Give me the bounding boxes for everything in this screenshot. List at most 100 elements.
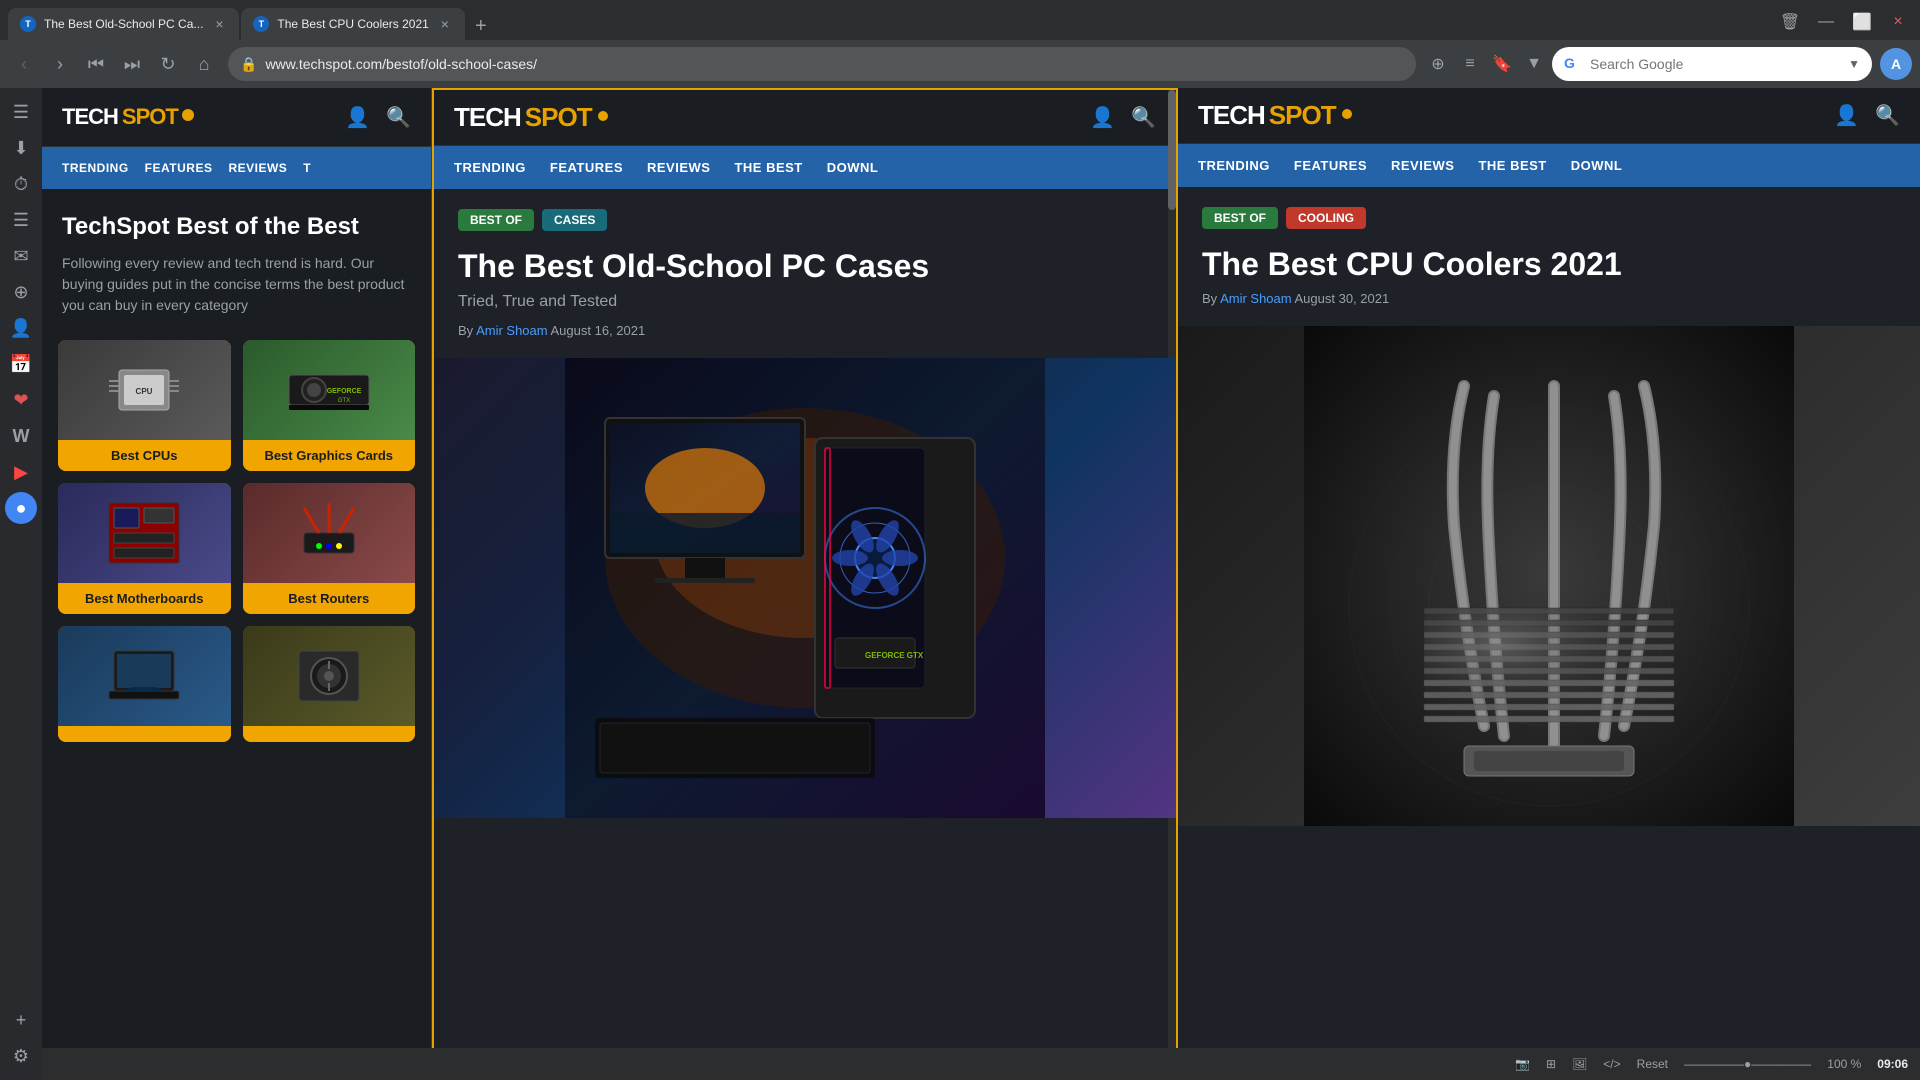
- gpu-card-image: GEFORCE GTX: [243, 340, 416, 440]
- nav-t[interactable]: T: [303, 147, 311, 189]
- sidebar-mail-icon[interactable]: ✉: [5, 240, 37, 272]
- center-article-title: The Best Old-School PC Cases: [458, 247, 1152, 285]
- search-dropdown[interactable]: ▼: [1848, 57, 1860, 71]
- sidebar-youtube-icon[interactable]: ▶: [5, 456, 37, 488]
- nav-reviews[interactable]: REVIEWS: [228, 147, 287, 189]
- center-nav-reviews[interactable]: REVIEWS: [647, 146, 710, 189]
- first-page-button[interactable]: ⏮: [80, 48, 112, 80]
- restore-button[interactable]: —: [1812, 8, 1840, 36]
- right-user-icon[interactable]: 👤: [1834, 103, 1859, 128]
- right-nav-reviews[interactable]: REVIEWS: [1391, 144, 1454, 187]
- home-button[interactable]: ⌂: [188, 48, 220, 80]
- card-gpu[interactable]: GEFORCE GTX Best Graphics Cards: [243, 340, 416, 471]
- right-publish-date: August 30, 2021: [1295, 291, 1390, 306]
- sidebar-vivaldi-icon[interactable]: ❤: [5, 384, 37, 416]
- psu-card-label: [243, 726, 416, 742]
- sidebar-downloads-icon[interactable]: ⬇: [5, 132, 37, 164]
- status-code[interactable]: </>: [1603, 1057, 1620, 1071]
- search-input[interactable]: [1590, 56, 1840, 72]
- right-tag-cooling[interactable]: COOLING: [1286, 207, 1366, 229]
- mobo-card-label: Best Motherboards: [58, 583, 231, 614]
- card-router[interactable]: Best Routers: [243, 483, 416, 614]
- center-tag-cases[interactable]: CASES: [542, 209, 607, 231]
- center-nav-features[interactable]: FEATURES: [550, 146, 623, 189]
- author-link[interactable]: Amir Shoam: [476, 323, 548, 338]
- sidebar-nav-icon[interactable]: ☰: [5, 96, 37, 128]
- nav-features[interactable]: FEATURES: [145, 147, 213, 189]
- tab-close-2[interactable]: ×: [437, 16, 453, 32]
- center-article-image: GEFORCE GTX: [434, 358, 1176, 818]
- status-screenshot[interactable]: 📷: [1515, 1057, 1530, 1071]
- sidebar-history-icon[interactable]: ⏱: [5, 168, 37, 200]
- left-panel-nav: TRENDING FEATURES REVIEWS T: [42, 147, 431, 189]
- new-tab-button[interactable]: +: [467, 12, 495, 40]
- address-input[interactable]: [265, 56, 1404, 72]
- panel-left: TECHSPOT 👤 🔍 TRENDING FEATURES REVIEWS T: [42, 88, 432, 1080]
- center-panel-header: TECHSPOT 👤 🔍: [434, 90, 1176, 146]
- sidebar-notes-icon[interactable]: ☰: [5, 204, 37, 236]
- tab-old-school[interactable]: T The Best Old-School PC Ca... ×: [8, 8, 239, 40]
- nav-trending[interactable]: TRENDING: [62, 147, 129, 189]
- right-nav-trending[interactable]: TRENDING: [1198, 144, 1270, 187]
- bookmark-dropdown[interactable]: ▼: [1520, 50, 1548, 78]
- right-tag-bestof[interactable]: BEST OF: [1202, 207, 1278, 229]
- maximize-button[interactable]: ⬜: [1848, 8, 1876, 36]
- center-tag-row: BEST OF CASES: [458, 209, 1152, 231]
- card-psu[interactable]: [243, 626, 416, 742]
- right-nav-features[interactable]: FEATURES: [1294, 144, 1367, 187]
- sidebar-settings-icon[interactable]: ⚙: [5, 1040, 37, 1072]
- right-search-icon[interactable]: 🔍: [1875, 103, 1900, 128]
- center-search-icon[interactable]: 🔍: [1131, 105, 1156, 130]
- right-nav-thebest[interactable]: THE BEST: [1478, 144, 1546, 187]
- right-panel-header: TECHSPOT 👤 🔍: [1178, 88, 1920, 144]
- tab-cpu-coolers[interactable]: T The Best CPU Coolers 2021 ×: [241, 8, 464, 40]
- center-tag-bestof[interactable]: BEST OF: [458, 209, 534, 231]
- center-article-header: BEST OF CASES The Best Old-School PC Cas…: [434, 189, 1176, 358]
- minimize-button[interactable]: 🗑: [1776, 8, 1804, 36]
- last-page-button[interactable]: ⏭: [116, 48, 148, 80]
- sidebar-add-icon[interactable]: +: [5, 1004, 37, 1036]
- sidebar-wikipedia-icon[interactable]: W: [5, 420, 37, 452]
- sidebar-calendar-icon[interactable]: 📅: [5, 348, 37, 380]
- card-mobo[interactable]: Best Motherboards: [58, 483, 231, 614]
- center-panel-logo[interactable]: TECHSPOT: [454, 102, 608, 133]
- forward-button[interactable]: ›: [44, 48, 76, 80]
- center-panel-nav: TRENDING FEATURES REVIEWS THE BEST DOWNL: [434, 146, 1176, 189]
- search-icon[interactable]: 🔍: [386, 105, 411, 130]
- status-bar: 📷 ⊞ 🖼 </> Reset —————●————— 100 % 09:06: [42, 1048, 1920, 1080]
- status-gallery[interactable]: 🖼: [1572, 1057, 1587, 1071]
- right-author-link[interactable]: Amir Shoam: [1220, 291, 1292, 306]
- card-laptop[interactable]: [58, 626, 231, 742]
- rss-icon[interactable]: ⊕: [1424, 50, 1452, 78]
- right-article-image: [1178, 326, 1920, 826]
- address-input-wrap[interactable]: 🔒: [228, 47, 1416, 81]
- card-cpu[interactable]: CPU Best CPUs: [58, 340, 231, 471]
- user-icon[interactable]: 👤: [345, 105, 370, 130]
- reload-button[interactable]: ↻: [152, 48, 184, 80]
- bookmark-icon[interactable]: 🔖: [1488, 50, 1516, 78]
- reset-label[interactable]: Reset: [1637, 1057, 1668, 1071]
- logo-text: TECH: [62, 104, 118, 130]
- center-nav-trending[interactable]: TRENDING: [454, 146, 526, 189]
- sidebar-active-icon[interactable]: ●: [5, 492, 37, 524]
- left-panel-logo[interactable]: TECHSPOT: [62, 104, 194, 130]
- reader-icon[interactable]: ≡: [1456, 50, 1484, 78]
- zoom-slider[interactable]: —————●—————: [1684, 1057, 1811, 1071]
- status-layout[interactable]: ⊞: [1546, 1057, 1556, 1071]
- tab-close-1[interactable]: ×: [211, 16, 227, 32]
- close-button[interactable]: ×: [1884, 8, 1912, 36]
- publish-date: August 16, 2021: [551, 323, 646, 338]
- scroll-thumb[interactable]: [1168, 90, 1176, 210]
- lock-icon: 🔒: [240, 56, 257, 73]
- center-nav-thebest[interactable]: THE BEST: [734, 146, 802, 189]
- sidebar-contacts-icon[interactable]: 👤: [5, 312, 37, 344]
- search-box[interactable]: G ▼: [1552, 47, 1872, 81]
- profile-button[interactable]: A: [1880, 48, 1912, 80]
- center-user-icon[interactable]: 👤: [1090, 105, 1115, 130]
- center-nav-downl[interactable]: DOWNL: [827, 146, 879, 189]
- right-panel-logo[interactable]: TECHSPOT: [1198, 100, 1352, 131]
- google-icon: G: [1564, 55, 1582, 73]
- sidebar-rss-icon[interactable]: ⊕: [5, 276, 37, 308]
- back-button[interactable]: ‹: [8, 48, 40, 80]
- right-nav-downl[interactable]: DOWNL: [1571, 144, 1623, 187]
